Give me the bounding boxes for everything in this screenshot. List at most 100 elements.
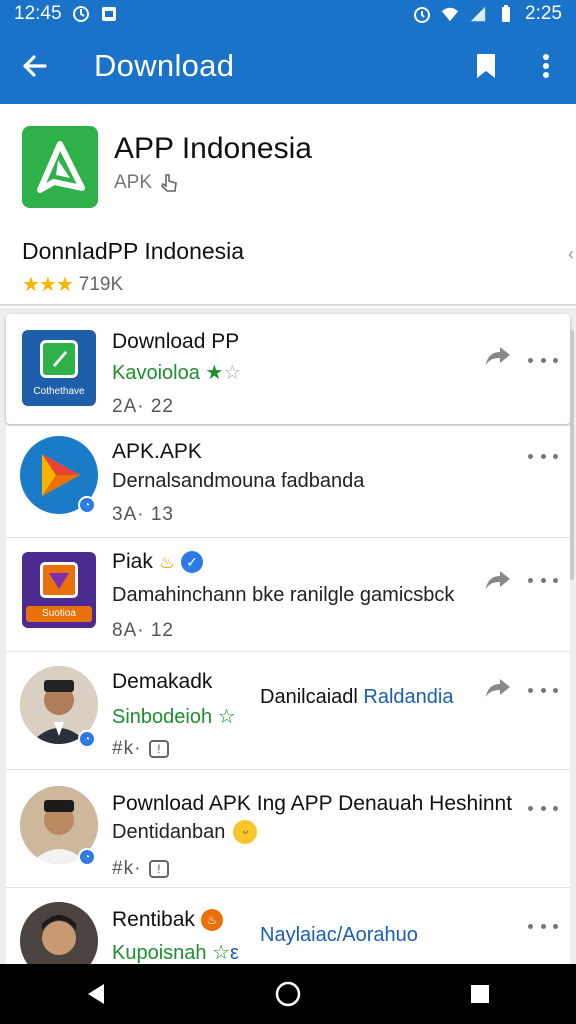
nav-home-button[interactable] [258,964,318,1024]
back-button[interactable] [0,28,70,104]
person-avatar-icon [20,902,98,964]
verified-badge-icon: ◔ [78,730,96,748]
share-button[interactable] [484,344,512,368]
share-button[interactable] [484,676,512,700]
verified-icon: ✓ [181,551,203,573]
list-item[interactable]: ◔ Pownload APK Ing APP Denauah Heshinnt … [6,770,570,888]
more-dot-icon [540,453,546,459]
share-icon [486,571,510,589]
thumbnail-logo-icon [40,340,78,378]
page-title: Download [94,48,235,83]
edge-mark: ‹ [568,244,574,264]
more-options-button[interactable] [516,28,576,104]
more-button[interactable] [528,348,558,372]
item-subtitle-text: Kavoioloa [112,362,200,384]
list-item[interactable]: ◔ APK.APK Dernalsandmouna fadbanda 3A· 1… [6,426,570,538]
bookmark-button[interactable] [456,28,516,104]
star-icon: ★ [205,362,224,384]
more-button[interactable] [528,796,558,820]
item-title: Pownload APK Ing APP Denauah Heshinnt [112,792,513,815]
verified-badge-icon: ◔ [78,496,96,514]
star-icon: ☆ [212,942,231,964]
list-item[interactable]: Cothethave Download PP Kavoioloa ★☆ 2A· … [6,314,570,424]
rating-count: 719K [78,273,124,295]
notification-icon [100,5,118,23]
wifi-icon [441,5,459,23]
bookmark-icon [477,54,495,78]
status-time-right: 2:25 [525,3,562,24]
item-meta: #k· ! [112,738,170,760]
inline-link[interactable]: Naylaiac/Aorahuo [260,924,418,946]
item-title: Rentibak [112,908,195,931]
item-subtitle: Damahinchann bke ranilgle gamicsbck [112,584,455,606]
app-rating: ★★★ 719K [22,272,123,297]
thumbnail-label: Suotioa [26,606,92,622]
more-button[interactable] [528,914,558,938]
item-meta: 3A· 13 [112,504,174,525]
list-item[interactable]: Suotioa Piak ♨ ✓ Damahinchann bke ranilg… [6,538,570,652]
more-dot-icon [553,357,558,363]
thumbnail-logo-icon [40,562,78,598]
item-title: Demakadk [112,670,213,693]
signal-icon [469,5,487,23]
item-title: Piak [112,550,153,573]
download-list: Cothethave Download PP Kavoioloa ★☆ 2A· … [0,308,576,964]
scrollbar[interactable] [570,330,574,580]
more-dot-icon [528,923,533,929]
item-avatar [20,902,98,964]
item-meta-text: #k· [112,738,142,759]
item-title-row: Piak ♨ ✓ [112,550,203,574]
more-dot-icon [553,453,558,459]
comment-icon: ! [149,740,170,758]
item-subtitle: Kupoisnah ☆ε [112,940,239,964]
more-dot-icon [553,805,558,811]
item-inline-text: Danilcaiadl Raldandia [260,686,453,709]
app-type-label: APK [114,172,153,193]
item-subtitle: Dernalsandmouna fadbanda [112,470,365,492]
emoji-icon: ᵕ [233,820,258,844]
list-item[interactable]: ◔ Demakadk Sinbodeioh ☆ Danilcaiadl Rald… [6,652,570,770]
alarm-icon [413,5,431,23]
share-button[interactable] [484,568,512,592]
star-outline-icon: ☆ [223,362,242,384]
more-button[interactable] [528,568,558,592]
sync-icon [72,5,90,23]
list-item[interactable]: Rentibak ♨ Kupoisnah ☆ε Naylaiac/Aorahuo [6,888,570,964]
app-bar: Download [0,28,576,104]
app-header: APP Indonesia APK DonnladPP Indonesia ★★… [0,104,576,306]
more-dot-icon [528,577,533,583]
nav-recents-button[interactable] [450,964,510,1024]
verified-badge-icon: ◔ [78,848,96,866]
more-dot-icon [553,687,558,693]
item-title: APK.APK [112,440,202,463]
more-dot-icon [540,687,546,693]
pointer-icon [161,174,177,192]
item-subtitle: Kavoioloa ★☆ [112,360,241,385]
item-thumbnail: Cothethave [22,330,96,406]
item-subtitle-text: Dentidanban [112,820,226,843]
inline-link[interactable]: Raldandia [363,686,453,708]
item-title: Download PP [112,330,240,353]
battery-icon [497,5,515,23]
inline-text: Danilcaiadl [260,686,358,708]
item-meta: 2A· 22 [112,396,174,417]
flame-icon: ♨ [200,909,223,931]
more-button[interactable] [528,678,558,702]
app-icon[interactable] [22,126,98,208]
flame-icon: ♨ [158,551,175,572]
more-dot-icon [528,805,533,811]
more-dot-icon [528,357,533,363]
more-dot-icon [528,687,533,693]
more-button[interactable] [528,444,558,468]
item-title-row: Rentibak ♨ [112,908,223,932]
item-meta: 8A· 12 [112,620,174,641]
star-icon: ☆ [217,706,236,728]
app-headline: DonnladPP Indonesia [22,238,245,264]
item-meta: #k· ! [112,858,170,880]
share-icon [486,347,510,365]
link-icon: ε [230,942,239,964]
item-subtitle: Dentidanban ᵕ [112,820,258,844]
more-dot-icon [540,357,546,363]
item-subtitle-text: Kupoisnah [112,942,207,964]
nav-back-button[interactable] [66,964,126,1024]
